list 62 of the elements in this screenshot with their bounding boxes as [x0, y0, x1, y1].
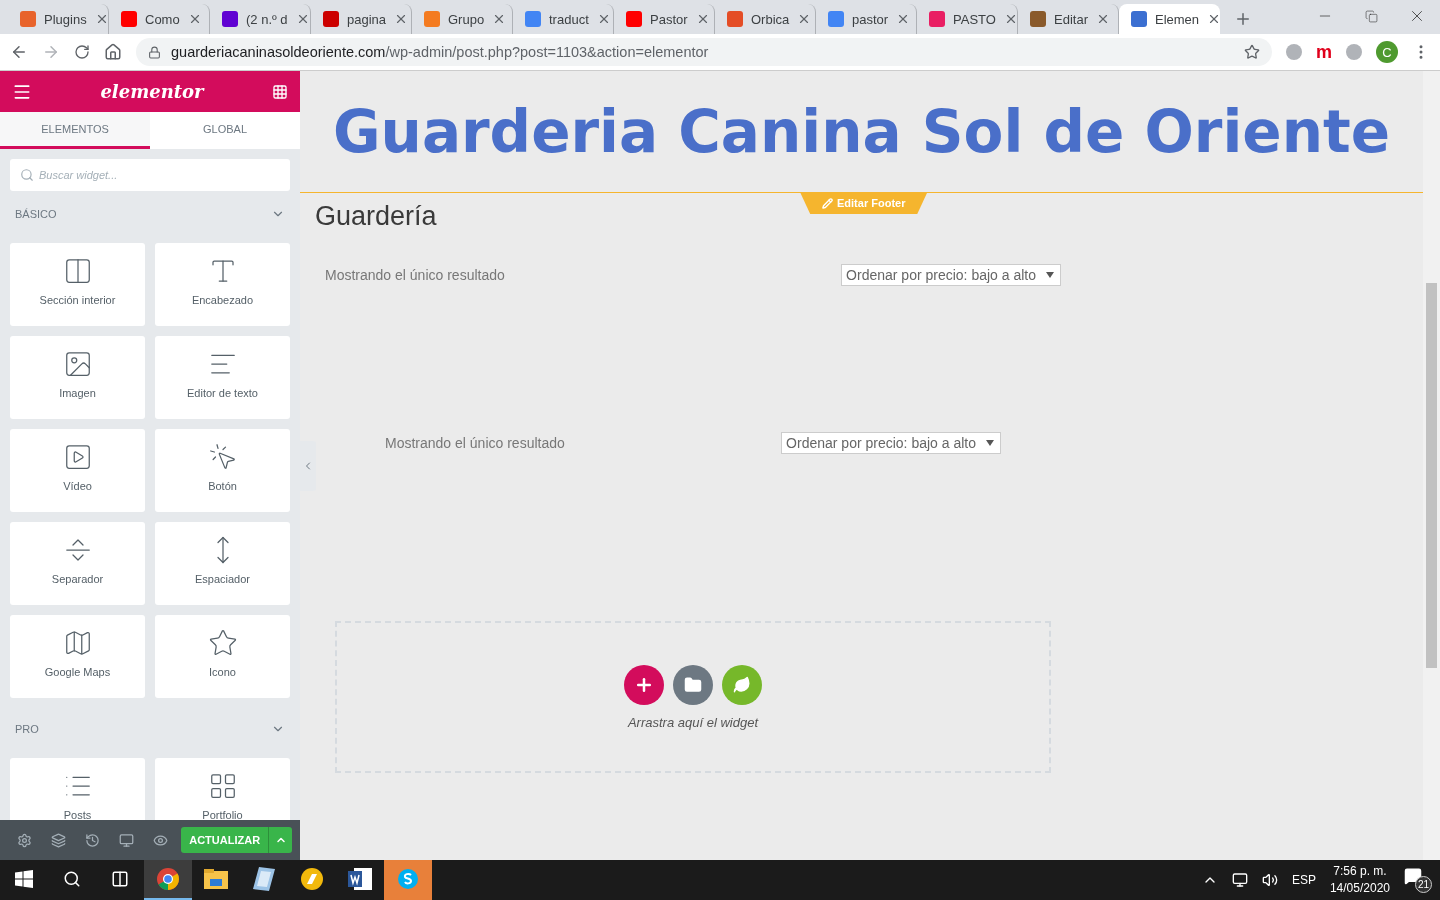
search-field[interactable]: Buscar widget... — [10, 159, 290, 191]
widget-card[interactable]: Google Maps — [10, 615, 145, 698]
extension-icon[interactable]: m — [1316, 41, 1332, 63]
language-indicator[interactable]: ESP — [1291, 873, 1316, 887]
sort-dropdown[interactable]: Ordenar por precio: bajo a alto — [841, 264, 1061, 286]
options-button[interactable] — [268, 827, 292, 853]
widget-card[interactable]: Botón — [155, 429, 290, 512]
star-icon — [207, 628, 238, 658]
network-icon[interactable] — [1231, 872, 1248, 888]
notification-count: 21 — [1415, 876, 1432, 893]
result-count: Mostrando el único resultado — [385, 435, 565, 451]
site-title: Guarderia Canina Sol de Oriente — [332, 96, 1391, 168]
widget-card[interactable]: Editor de texto — [155, 336, 290, 419]
back-icon[interactable] — [10, 43, 28, 61]
new-tab-icon[interactable] — [1234, 10, 1252, 28]
drop-hint: Arrastra aquí el widget — [627, 714, 759, 730]
close-icon[interactable] — [1096, 12, 1110, 26]
apps-grid-icon[interactable] — [272, 83, 288, 100]
widget-card[interactable]: Separador — [10, 522, 145, 605]
notepad-icon — [253, 867, 275, 891]
widget-card[interactable]: Encabezado — [155, 243, 290, 326]
section-header[interactable]: PRO — [10, 706, 290, 752]
elementor-logo: elementor — [100, 81, 204, 102]
document-icon — [348, 868, 372, 890]
lock-icon — [148, 45, 161, 59]
profile-avatar[interactable]: C — [1376, 41, 1398, 63]
section-header[interactable]: BÁSICO — [10, 191, 290, 237]
panel-tab[interactable]: ELEMENTOS — [0, 112, 150, 149]
widget-card[interactable]: Icono — [155, 615, 290, 698]
home-icon[interactable] — [104, 43, 122, 61]
button-icon — [207, 442, 238, 472]
result-count: Mostrando el único resultado — [325, 267, 505, 283]
add-section-button[interactable] — [624, 664, 664, 705]
widget-card[interactable]: Espaciador — [155, 522, 290, 605]
pencil-icon — [822, 197, 833, 209]
chat-app-icon — [397, 868, 419, 890]
collapse-handle[interactable] — [300, 441, 316, 491]
reload-icon[interactable] — [74, 44, 90, 60]
browser-tab[interactable]: Elemen — [1119, 4, 1220, 34]
dropdown-arrow-icon — [1046, 270, 1054, 280]
dropdown-arrow-icon — [986, 438, 994, 448]
widget-card[interactable]: Portfolio — [155, 758, 290, 820]
leaf-icon — [733, 675, 751, 694]
page-title: Guardería — [315, 201, 437, 232]
widget-card[interactable]: Imagen — [10, 336, 145, 419]
widget-card[interactable]: Posts — [10, 758, 145, 820]
chrome-icon — [156, 867, 180, 891]
folder-icon — [684, 675, 702, 694]
address-field[interactable]: guarderiacaninasoldeoriente.com/wp-admin/post.php?post=1103&action=elementor — [136, 38, 1272, 66]
scrollbar[interactable] — [1423, 71, 1440, 860]
widget-card[interactable]: Sección interior — [10, 243, 145, 326]
sort-dropdown[interactable]: Ordenar por precio: bajo a alto — [781, 432, 1001, 454]
taskbar-app[interactable] — [144, 860, 192, 900]
app-icon — [300, 867, 324, 891]
volume-icon[interactable] — [1261, 872, 1278, 888]
leaf-button[interactable] — [722, 664, 762, 705]
widget-card[interactable]: Vídeo — [10, 429, 145, 512]
clock[interactable]: 7:56 p. m. 14/05/2020 — [1329, 863, 1390, 897]
search-icon — [20, 168, 34, 182]
template-button[interactable] — [673, 664, 713, 705]
star-icon[interactable] — [1244, 44, 1260, 60]
folder-icon — [204, 869, 228, 889]
